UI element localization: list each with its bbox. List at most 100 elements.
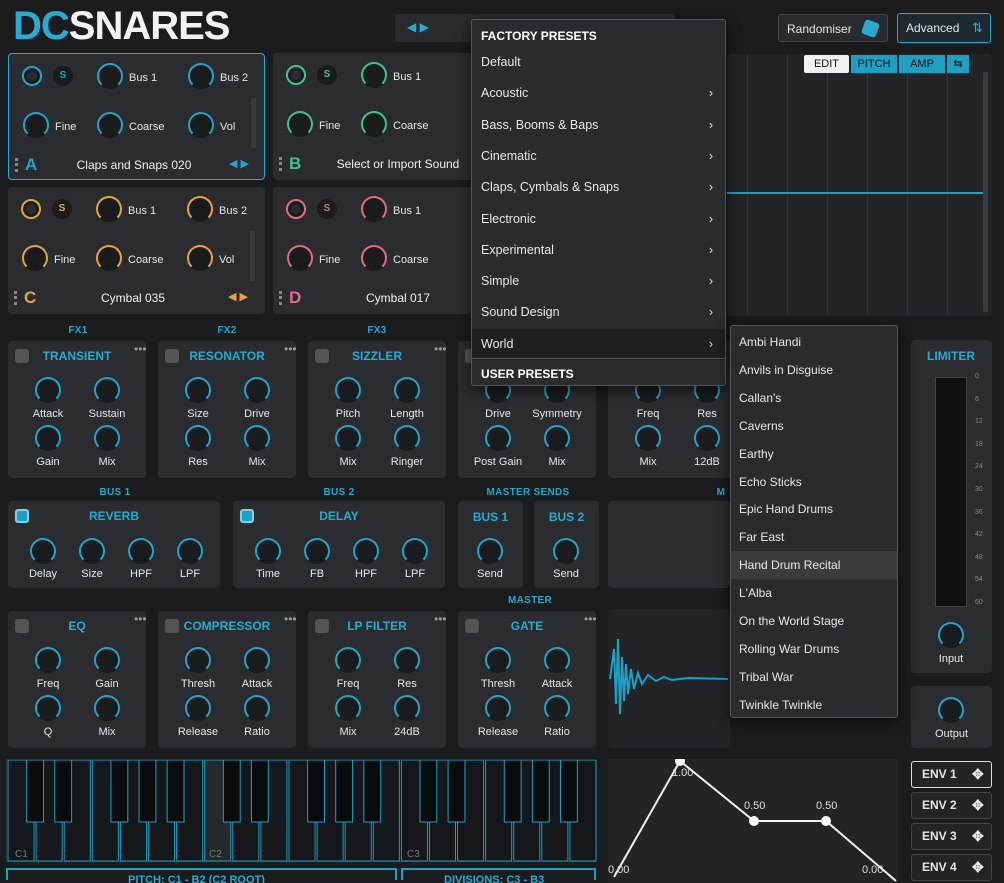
thresh-knob[interactable] bbox=[485, 647, 511, 673]
black-key[interactable] bbox=[419, 759, 438, 823]
res-knob[interactable] bbox=[185, 425, 211, 451]
tab-pitch[interactable]: PITCH bbox=[851, 55, 897, 73]
drag-move-icon[interactable]: ✥ bbox=[972, 824, 984, 849]
keyboard[interactable]: C1 C2 C3 bbox=[6, 759, 597, 862]
tab-amp[interactable]: AMP bbox=[899, 55, 945, 73]
envelope-editor[interactable]: 1.00 0.50 0.50 0.00 0.00 bbox=[608, 756, 898, 883]
size-knob[interactable] bbox=[185, 377, 211, 403]
preset-category-6[interactable]: Experimental › bbox=[472, 235, 725, 266]
12db-knob[interactable] bbox=[694, 425, 720, 451]
bus1-knob[interactable] bbox=[361, 196, 387, 222]
attack-knob[interactable] bbox=[35, 377, 61, 403]
power-icon[interactable] bbox=[286, 65, 306, 85]
waveform-display[interactable] bbox=[608, 609, 730, 748]
editor-scrollbar[interactable] bbox=[983, 72, 988, 312]
preset-nav-arrows[interactable]: ◀ ▶ bbox=[407, 20, 429, 34]
sample-slot-a[interactable]: S Bus 1 Bus 2 Fine Coarse Vol A Claps and Snaps… bbox=[8, 53, 265, 180]
panel-menu-icon[interactable]: ••• bbox=[434, 343, 447, 355]
black-key[interactable] bbox=[531, 759, 550, 823]
release-knob[interactable] bbox=[185, 695, 211, 721]
black-key[interactable] bbox=[222, 759, 241, 823]
power-icon[interactable] bbox=[21, 199, 41, 219]
preset-category-2[interactable]: Bass, Booms & Baps › bbox=[472, 110, 725, 141]
bus2-knob[interactable] bbox=[187, 196, 213, 222]
black-key[interactable] bbox=[110, 759, 129, 823]
slot-scrollbar[interactable] bbox=[250, 231, 255, 281]
sample-nav-arrows[interactable]: ◀ ▶ bbox=[229, 157, 249, 170]
solo-button[interactable]: S bbox=[317, 199, 337, 219]
preset-category-3[interactable]: Cinematic › bbox=[472, 141, 725, 172]
world-preset-item[interactable]: L'Alba bbox=[731, 579, 897, 607]
env-button-4[interactable]: ENV 4 ✥ bbox=[911, 854, 992, 881]
black-key[interactable] bbox=[363, 759, 382, 823]
24db-knob[interactable] bbox=[394, 695, 420, 721]
preset-category-8[interactable]: Sound Design › bbox=[472, 297, 725, 328]
mix-knob[interactable] bbox=[335, 425, 361, 451]
fine-knob[interactable] bbox=[287, 245, 313, 271]
vol-knob[interactable] bbox=[187, 245, 213, 271]
fine-knob[interactable] bbox=[287, 111, 313, 137]
fine-knob[interactable] bbox=[22, 245, 48, 271]
lpf-knob[interactable] bbox=[177, 538, 203, 564]
preset-category-7[interactable]: Simple › bbox=[472, 266, 725, 297]
vol-knob[interactable] bbox=[188, 112, 214, 138]
black-key[interactable] bbox=[54, 759, 73, 823]
lpf-knob[interactable] bbox=[402, 538, 428, 564]
release-knob[interactable] bbox=[485, 695, 511, 721]
input-knob[interactable] bbox=[938, 622, 964, 648]
world-preset-item[interactable]: Twinkle Twinkle bbox=[731, 691, 897, 719]
output-knob[interactable] bbox=[938, 697, 964, 723]
env-button-2[interactable]: ENV 2 ✥ bbox=[911, 792, 992, 819]
drag-move-icon[interactable]: ✥ bbox=[972, 793, 984, 818]
drag-move-icon[interactable]: ✥ bbox=[972, 855, 984, 880]
solo-button[interactable]: S bbox=[317, 65, 337, 85]
black-key[interactable] bbox=[250, 759, 269, 823]
black-key[interactable] bbox=[447, 759, 466, 823]
world-preset-item[interactable]: Anvils in Disguise bbox=[731, 356, 897, 384]
preset-category-4[interactable]: Claps, Cymbals & Snaps › bbox=[472, 172, 725, 203]
tab-edit[interactable]: EDIT bbox=[804, 55, 849, 73]
world-preset-item[interactable]: Caverns bbox=[731, 412, 897, 440]
black-key[interactable] bbox=[307, 759, 325, 823]
preset-category-5[interactable]: Electronic › bbox=[472, 204, 725, 235]
solo-button[interactable]: S bbox=[53, 66, 73, 86]
preset-category-9[interactable]: World › bbox=[472, 328, 725, 360]
mix-knob[interactable] bbox=[244, 425, 270, 451]
world-preset-item[interactable]: On the World Stage bbox=[731, 607, 897, 635]
world-preset-item[interactable]: Ambi Handi bbox=[731, 328, 897, 356]
slot-scrollbar[interactable] bbox=[251, 98, 256, 148]
attack-knob[interactable] bbox=[544, 647, 570, 673]
sample-slot-c[interactable]: S Bus 1 Bus 2 Fine Coarse Vol C Cymbal 035 ◀ ▶ bbox=[8, 187, 265, 314]
mix-knob[interactable] bbox=[635, 425, 661, 451]
bus1-knob[interactable] bbox=[97, 63, 123, 89]
length-knob[interactable] bbox=[394, 377, 420, 403]
world-preset-item[interactable]: Epic Hand Drums bbox=[731, 495, 897, 523]
size-knob[interactable] bbox=[79, 538, 105, 564]
panel-menu-icon[interactable]: ••• bbox=[134, 343, 147, 355]
preset-category-1[interactable]: Acoustic › bbox=[472, 78, 725, 109]
send-knob[interactable] bbox=[553, 538, 579, 564]
pitch-knob[interactable] bbox=[335, 377, 361, 403]
delay-knob[interactable] bbox=[30, 538, 56, 564]
coarse-knob[interactable] bbox=[97, 112, 123, 138]
world-preset-item[interactable]: Callan's bbox=[731, 384, 897, 412]
world-preset-item[interactable]: Rolling War Drums bbox=[731, 635, 897, 663]
coarse-knob[interactable] bbox=[96, 245, 122, 271]
advanced-button[interactable]: Advanced ⇅ bbox=[897, 13, 991, 43]
world-preset-item[interactable]: Earthy bbox=[731, 440, 897, 468]
gain-knob[interactable] bbox=[35, 425, 61, 451]
coarse-knob[interactable] bbox=[361, 245, 387, 271]
preset-category-0[interactable]: Default bbox=[472, 47, 725, 78]
randomiser-button[interactable]: Randomiser bbox=[778, 14, 888, 42]
black-key[interactable] bbox=[559, 759, 578, 823]
mix-knob[interactable] bbox=[94, 695, 120, 721]
ratio-knob[interactable] bbox=[244, 695, 270, 721]
black-key[interactable] bbox=[166, 759, 185, 823]
black-key[interactable] bbox=[138, 759, 157, 823]
post-gain-knob[interactable] bbox=[485, 425, 511, 451]
q-knob[interactable] bbox=[35, 695, 61, 721]
slot-sample-name[interactable]: Select or Import Sound bbox=[303, 157, 493, 171]
slot-drag-handle[interactable] bbox=[15, 158, 18, 172]
power-icon[interactable] bbox=[22, 66, 42, 86]
sustain-knob[interactable] bbox=[94, 377, 120, 403]
